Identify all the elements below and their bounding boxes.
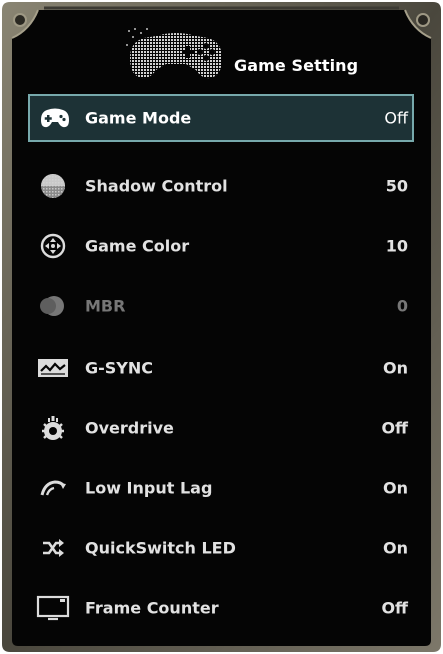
monitor-icon [36,594,70,622]
menu-item-label: Overdrive [85,418,174,438]
menu-item-value: 10 [385,236,408,256]
menu-item-value: On [383,478,408,498]
menu-item-shadow-control[interactable]: Shadow Control 50 [28,162,414,210]
menu-item-label: Frame Counter [85,598,219,618]
menu-item-quickswitch-led[interactable]: QuickSwitch LED On [28,524,414,572]
gamepad-icon [126,28,222,79]
overdrive-icon [36,414,70,442]
osd-window: Game Setting Game Mode Off Shadow Contro… [0,0,443,654]
menu-item-value: On [383,538,408,558]
menu-item-value: Off [381,418,408,438]
menu-item-low-input-lag[interactable]: Low Input Lag On [28,464,414,512]
osd-title: Game Setting [234,56,359,75]
menu-item-value: Off [381,598,408,618]
menu-item-label: Shadow Control [85,176,228,196]
menu-item-mbr[interactable]: MBR 0 [28,282,414,330]
menu-item-value: On [383,358,408,378]
menu-item-label: Low Input Lag [85,478,213,498]
speedometer-icon [36,474,70,502]
menu-item-g-sync[interactable]: G-SYNC On [28,344,414,392]
menu-item-game-color[interactable]: Game Color 10 [28,222,414,270]
target-color-icon [36,232,70,260]
menu-item-value: 50 [385,176,408,196]
gsync-icon [36,354,70,382]
menu-item-label: MBR [85,296,126,316]
menu-item-value: Off [384,108,408,128]
shuffle-icon [36,534,70,562]
osd-header: Game Setting [0,18,443,90]
menu-item-label: Game Color [85,236,190,256]
menu-item-value: 0 [396,296,408,316]
menu-item-frame-counter[interactable]: Frame Counter Off [28,584,414,632]
menu-item-game-mode[interactable]: Game Mode Off [28,94,414,142]
shadow-sphere-icon [36,172,70,200]
menu-item-label: QuickSwitch LED [85,538,236,558]
blur-icon [36,292,70,320]
menu-item-overdrive[interactable]: Overdrive Off [28,404,414,452]
gamepad-icon [38,104,72,132]
menu-item-label: G-SYNC [85,358,154,378]
menu-item-label: Game Mode [85,108,192,128]
